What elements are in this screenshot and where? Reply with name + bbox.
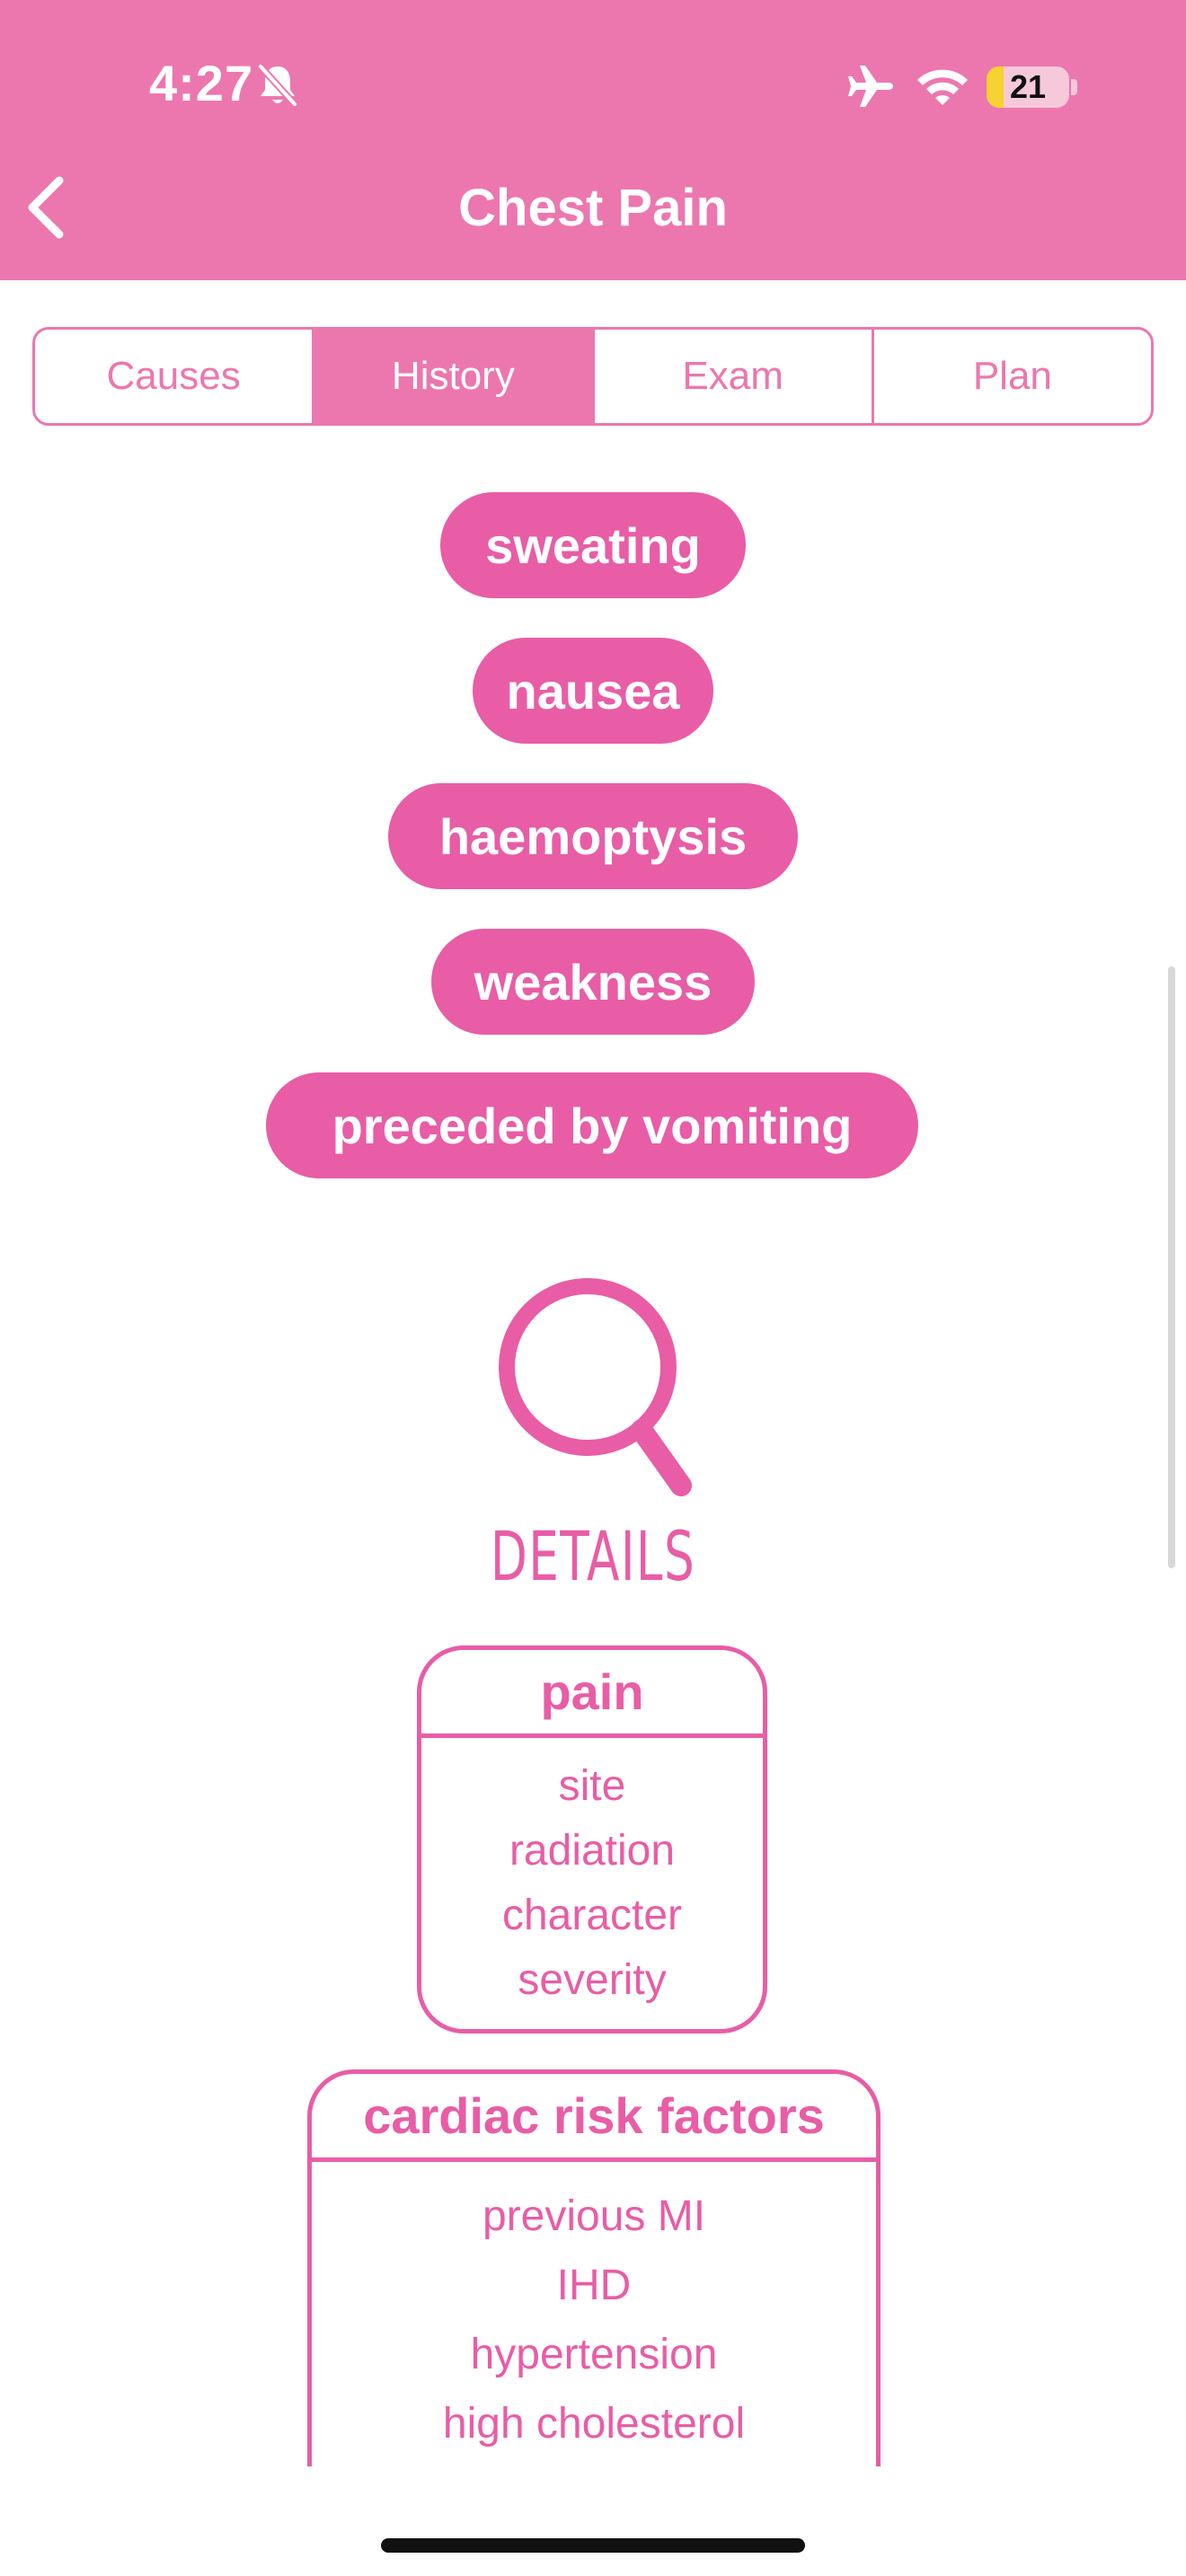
tab-exam[interactable]: Exam [595, 330, 874, 423]
symptom-pill-weakness[interactable]: weakness [431, 929, 755, 1035]
list-item: radiation [509, 1827, 676, 1875]
status-time: 4:27 [149, 55, 254, 111]
card-title: pain [421, 1650, 763, 1738]
card-title: cardiac risk factors [312, 2074, 876, 2162]
screen: 4:27 21 Chest Pain Causes History Exam P… [0, 0, 1186, 2576]
card-item-list: site radiation character severity [421, 1738, 763, 2013]
magnifier-icon [499, 1278, 692, 1496]
list-item: severity [518, 1956, 667, 2004]
list-item: high cholesterol [442, 2400, 746, 2448]
symptom-pill-preceded-by-vomiting[interactable]: preceded by vomiting [266, 1072, 918, 1178]
symptom-pill-haemoptysis[interactable]: haemoptysis [388, 783, 798, 889]
home-indicator[interactable] [381, 2538, 805, 2553]
airplane-icon [848, 66, 893, 107]
details-heading: DETAILS [490, 1516, 696, 1596]
list-item: previous MI [482, 2192, 706, 2240]
bell-slash-icon [257, 63, 298, 108]
battery-cap [1071, 79, 1077, 95]
battery-percentage: 21 [1009, 68, 1047, 105]
vertical-scrollbar[interactable] [1168, 966, 1175, 1568]
tab-history[interactable]: History [314, 330, 595, 423]
list-item: site [558, 1762, 626, 1810]
symptom-pill-sweating[interactable]: sweating [440, 492, 746, 598]
battery-icon: 21 [987, 66, 1069, 108]
bottom-safe-area [0, 2466, 1186, 2576]
list-item: character [501, 1892, 683, 1939]
detail-card-pain: pain site radiation character severity [417, 1645, 767, 2033]
page-title: Chest Pain [458, 179, 728, 237]
tab-plan[interactable]: Plan [874, 330, 1151, 423]
list-item: IHD [556, 2262, 632, 2309]
navigation-header: 4:27 21 Chest Pain [0, 0, 1186, 280]
tab-causes[interactable]: Causes [35, 330, 315, 423]
wifi-icon [917, 69, 968, 105]
symptom-pill-nausea[interactable]: nausea [473, 638, 713, 744]
segmented-control: Causes History Exam Plan [32, 327, 1154, 426]
card-item-list: previous MI IHD hypertension high choles… [312, 2162, 876, 2458]
list-item: hypertension [470, 2331, 718, 2378]
